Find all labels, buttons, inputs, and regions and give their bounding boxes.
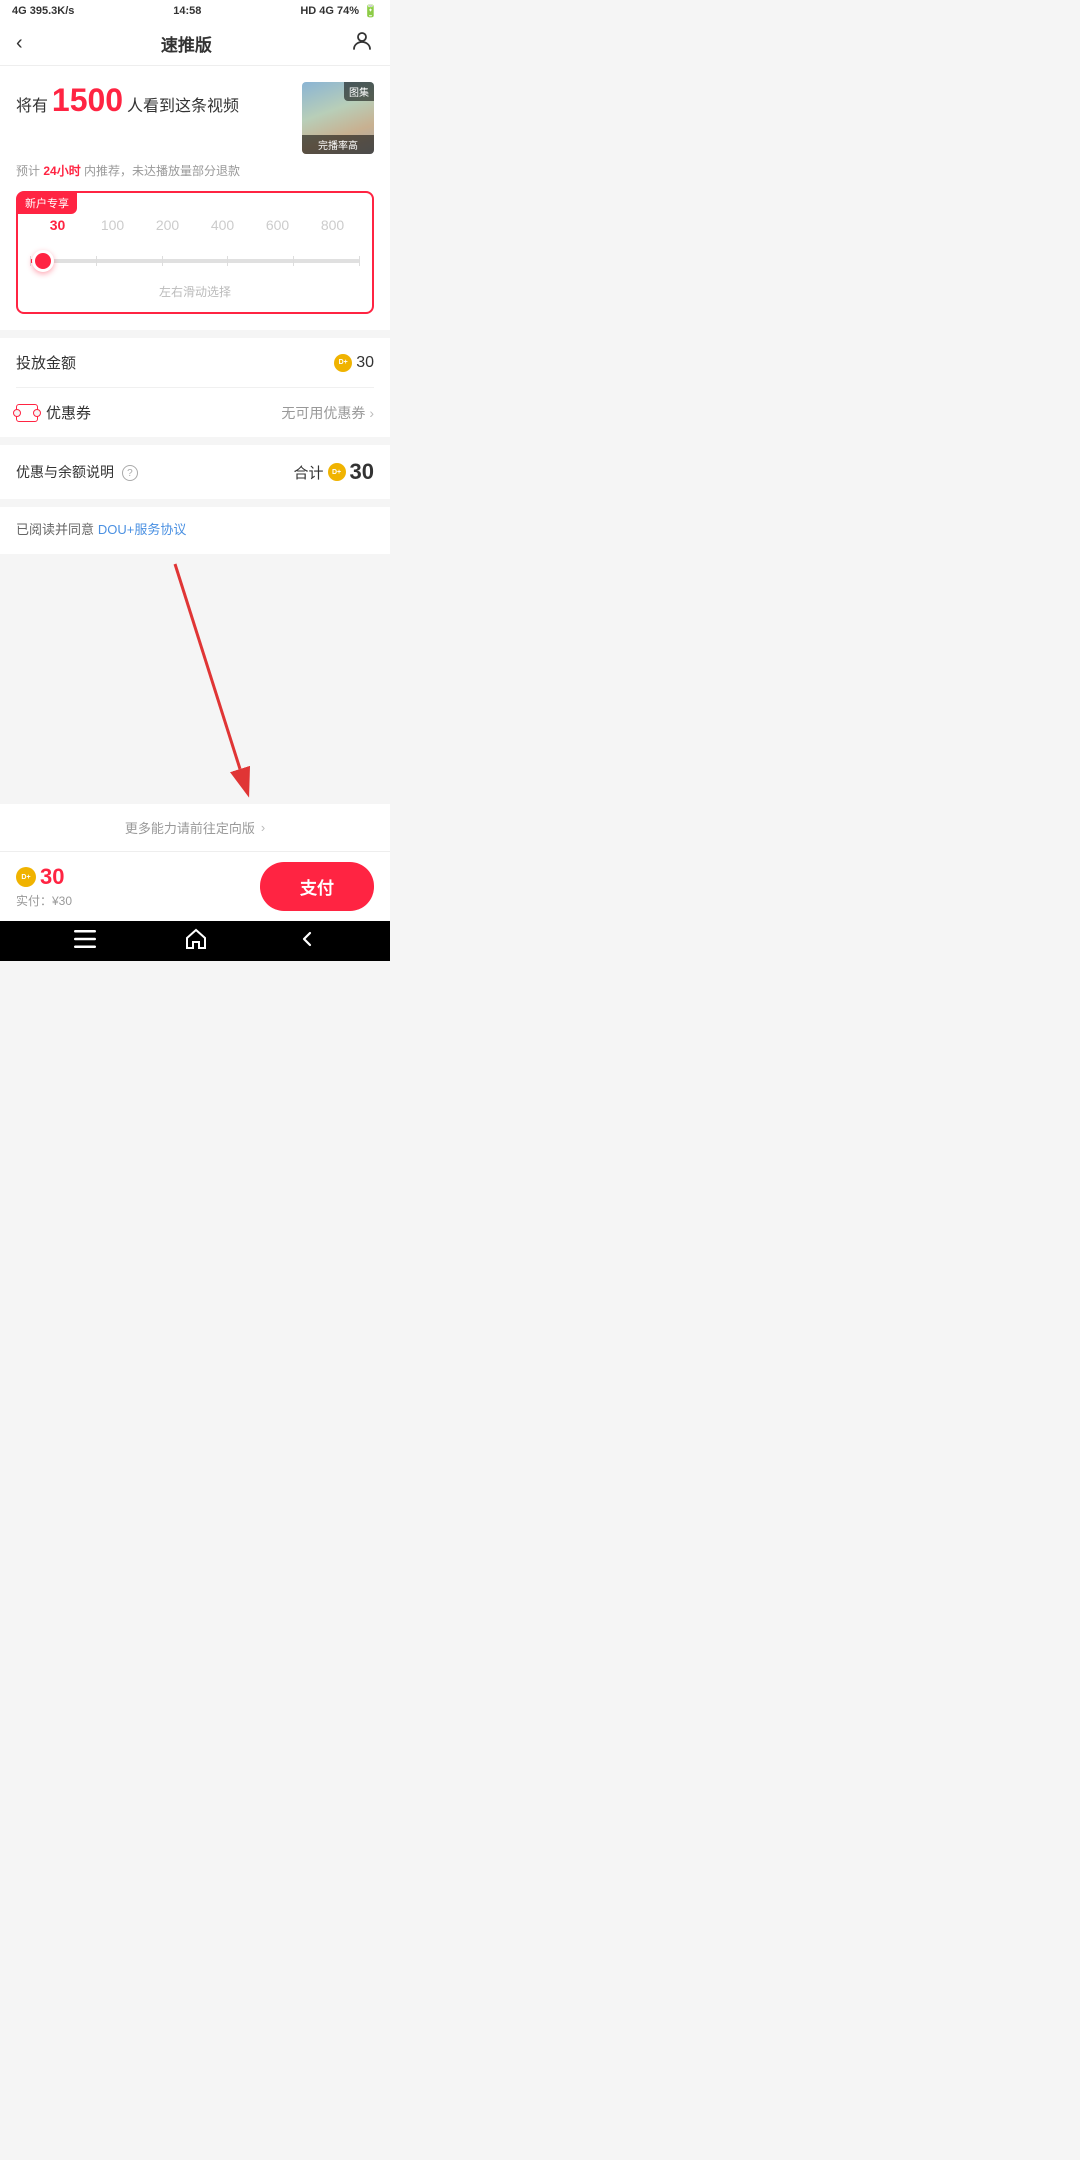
coupon-icon [16,404,38,422]
estimate-text: 预计 24小时 内推荐，未达播放量部分退款 [16,162,374,179]
slider-label-400: 400 [195,217,250,233]
profile-icon[interactable] [350,29,374,59]
bottom-actual: 实付：¥30 [16,892,72,909]
slider-track[interactable] [30,259,360,263]
battery-text: HD 4G 74% [300,5,359,17]
coupon-value: 无可用优惠券 › [281,403,374,423]
reach-suffix: 人看到这条视频 [127,98,239,115]
coupon-row[interactable]: 优惠券 无可用优惠券 › [16,388,374,437]
reach-number: 1500 [52,82,123,118]
coupon-value-text: 无可用优惠券 [281,403,365,423]
slider-labels: 30 100 200 400 600 800 [30,209,360,233]
total-coin-icon: D+ [328,463,346,481]
amount-label-text: 投放金额 [16,352,76,373]
status-bar: 4G 395.3K/s 14:58 HD 4G 74% 🔋 [0,0,390,22]
slider-label-600: 600 [250,217,305,233]
home-icon[interactable] [185,928,207,955]
bottom-amount: 30 [40,864,64,890]
bottom-main-price: D+ 30 [16,864,72,890]
tick-3 [162,256,163,266]
help-icon[interactable]: ? [122,465,138,481]
total-amount: 30 [350,459,374,485]
video-thumbnail: 图集 完播率高 [302,82,374,154]
total-label: 合计 [294,462,324,483]
thumbnail-badge-top: 图集 [344,82,374,101]
signal-text: 4G 395.3K/s [12,5,74,17]
divider-1 [0,330,390,338]
coin-icon: D+ [334,354,352,372]
divider-2 [0,437,390,445]
status-right: HD 4G 74% 🔋 [300,4,378,18]
total-left: 优惠与余额说明 ? [16,462,138,482]
amount-number: 30 [356,354,374,372]
thumbnail-badge-bottom: 完播率高 [302,135,374,154]
more-text: 更多能力请前往定向版 [125,818,255,837]
bottom-coin-icon: D+ [16,867,36,887]
nav-bar: ‹ 速推版 [0,22,390,66]
tick-5 [293,256,294,266]
red-arrow-svg [95,554,295,804]
reach-text-block: 将有 1500 人看到这条视频 [16,82,239,119]
back-nav-icon[interactable] [296,929,316,954]
total-right: 合计 D+ 30 [294,459,375,485]
status-left: 4G 395.3K/s [12,5,74,17]
bottom-bar: D+ 30 实付：¥30 支付 [0,851,390,921]
divider-3 [0,499,390,507]
reach-prefix: 将有 [16,98,48,115]
menu-icon[interactable] [74,930,96,953]
reach-card: 将有 1500 人看到这条视频 图集 完播率高 预计 24小时 内推荐，未达播放… [0,66,390,330]
coupon-chevron: › [369,405,374,421]
status-time: 14:58 [173,5,201,17]
tick-6 [359,256,360,266]
info-section: 投放金额 D+ 30 优惠券 无可用优惠券 › [0,338,390,437]
more-section[interactable]: 更多能力请前往定向版 › [0,804,390,851]
amount-label: 投放金额 [16,352,76,373]
total-section: 优惠与余额说明 ? 合计 D+ 30 [0,445,390,499]
estimate-time: 24小时 [43,164,80,178]
slider-label-100: 100 [85,217,140,233]
coupon-label-text: 优惠券 [46,402,91,423]
coupon-label: 优惠券 [16,402,91,423]
main-content: 将有 1500 人看到这条视频 图集 完播率高 预计 24小时 内推荐，未达播放… [0,66,390,851]
tick-2 [96,256,97,266]
tick-4 [227,256,228,266]
slider-label-800: 800 [305,217,360,233]
agreement-link[interactable]: DOU+服务协议 [98,522,186,537]
slider-label-200: 200 [140,217,195,233]
slider-label-30: 30 [30,217,85,233]
total-row: 优惠与余额说明 ? 合计 D+ 30 [16,459,374,485]
reach-info-row: 将有 1500 人看到这条视频 图集 完播率高 [16,82,374,154]
pay-button[interactable]: 支付 [260,862,374,911]
page-title: 速推版 [161,31,212,56]
amount-value: D+ 30 [334,354,374,372]
slider-ticks [30,256,360,266]
battery-icon: 🔋 [363,4,378,18]
nav-bottom [0,921,390,961]
arrow-annotation [0,554,390,804]
agreement-prefix: 已阅读并同意 [16,522,94,537]
slider-thumb[interactable] [32,250,54,272]
bottom-price-info: D+ 30 实付：¥30 [16,864,72,909]
back-button[interactable]: ‹ [16,32,23,55]
slider-section[interactable]: 新户专享 30 100 200 400 600 800 [16,191,374,314]
new-user-badge: 新户专享 [17,192,77,214]
more-chevron: › [261,820,265,835]
slider-track-wrap[interactable] [30,249,360,273]
amount-row: 投放金额 D+ 30 [16,338,374,388]
slider-hint: 左右滑动选择 [30,283,360,300]
discount-label: 优惠与余额说明 [16,464,114,480]
agreement-section: 已阅读并同意 DOU+服务协议 [0,507,390,554]
